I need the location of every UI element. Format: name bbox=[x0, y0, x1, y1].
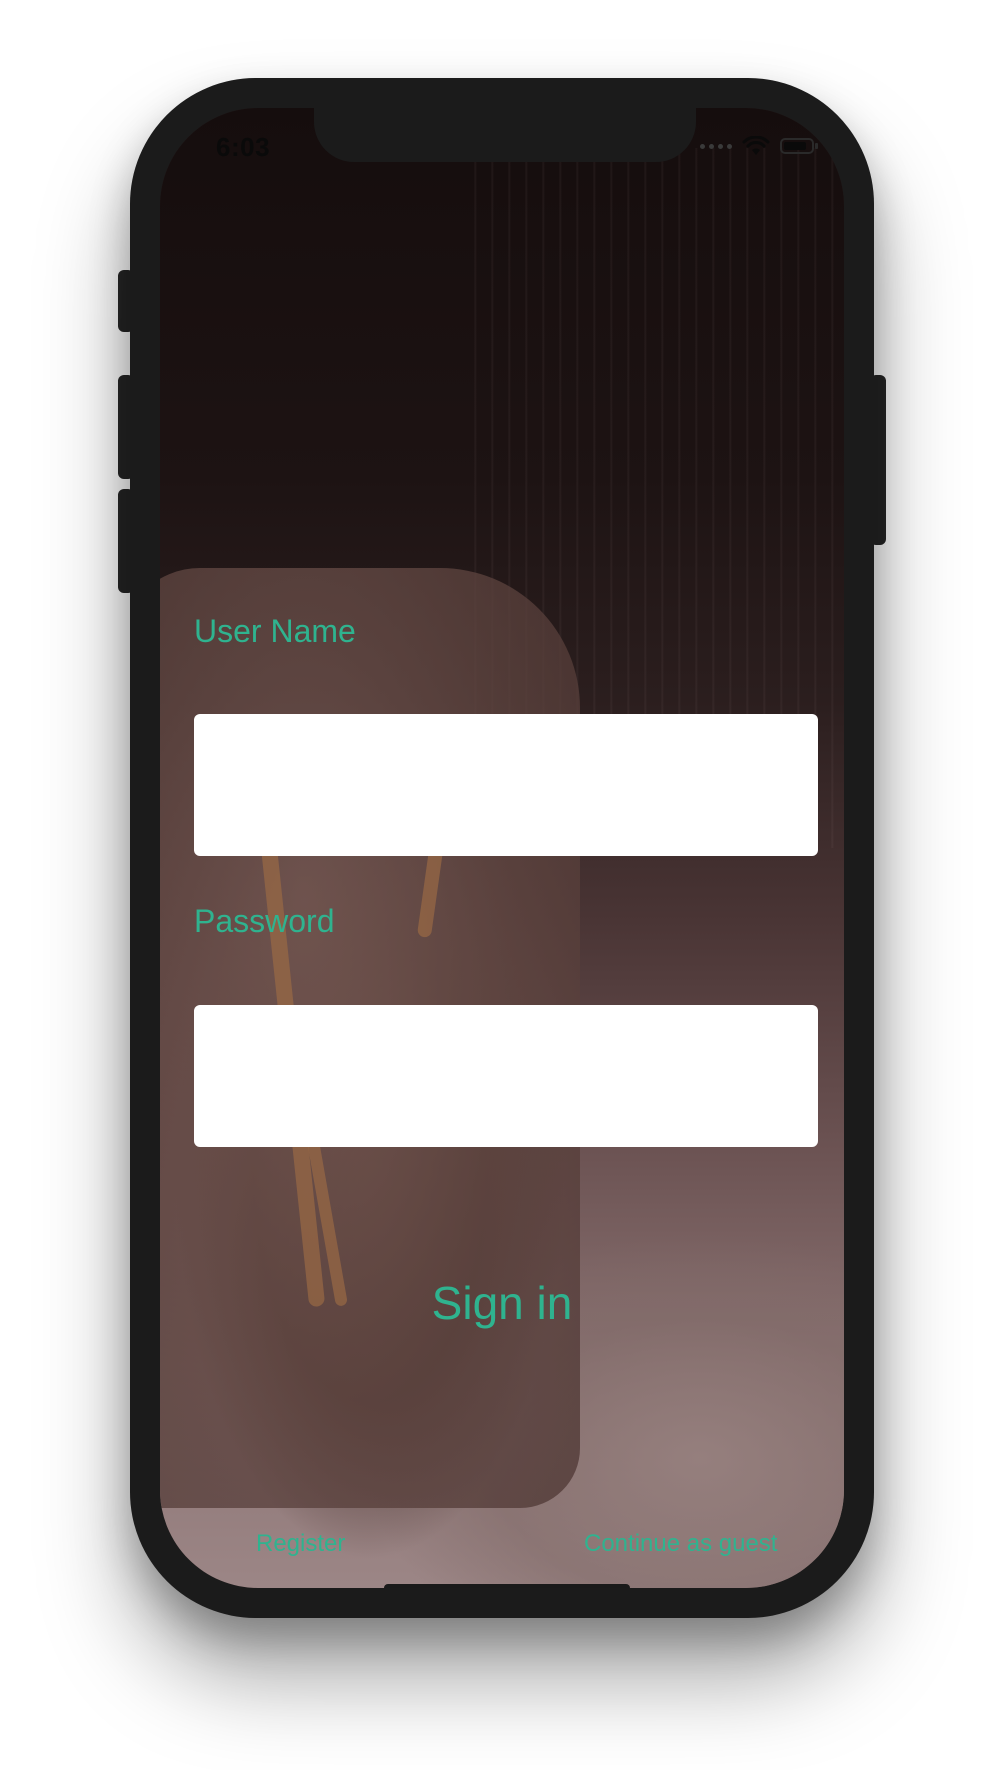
device-notch bbox=[314, 108, 696, 162]
password-label: Password bbox=[194, 903, 335, 939]
status-icons bbox=[700, 136, 818, 156]
sign-in-button[interactable]: Sign in bbox=[160, 1276, 844, 1330]
username-input[interactable] bbox=[194, 714, 818, 856]
password-input[interactable] bbox=[194, 1005, 818, 1147]
register-link[interactable]: Register bbox=[256, 1530, 345, 1558]
status-time: 6:03 bbox=[216, 132, 271, 162]
cellular-signal-icon bbox=[700, 143, 732, 149]
wifi-icon bbox=[742, 136, 770, 156]
continue-as-guest-link[interactable]: Continue as guest bbox=[584, 1530, 777, 1558]
home-indicator[interactable] bbox=[384, 1584, 630, 1588]
battery-icon bbox=[780, 138, 818, 154]
username-label: User Name bbox=[194, 613, 356, 649]
device-mockup: 6:03 User Name Password Sign in Register… bbox=[0, 0, 1004, 1770]
app-screen: 6:03 User Name Password Sign in Register… bbox=[160, 108, 844, 1588]
